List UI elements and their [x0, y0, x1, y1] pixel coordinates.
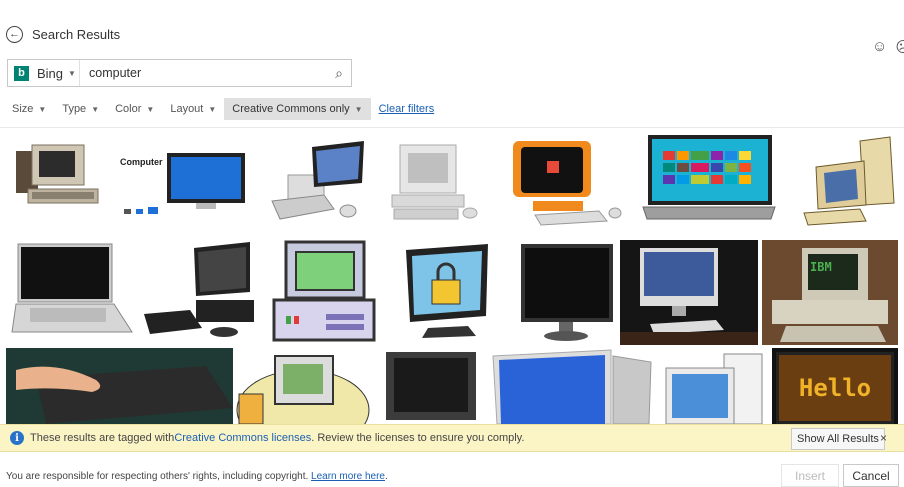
result-image[interactable]	[380, 133, 490, 228]
copyright-text: You are responsible for respecting other…	[6, 471, 312, 482]
result-image[interactable]	[487, 348, 655, 424]
notice-text-after: . Review the licenses to ensure you comp…	[311, 432, 525, 444]
result-image[interactable]: Computer	[112, 133, 254, 217]
filter-label: Layout	[170, 103, 204, 115]
result-image[interactable]	[380, 348, 482, 424]
feedback-icons: ☺ ☹	[872, 38, 904, 56]
filter-type[interactable]: Type ▼	[54, 98, 107, 120]
chevron-down-icon: ▼	[208, 104, 217, 114]
provider-label: Bing	[37, 65, 64, 81]
result-image[interactable]	[503, 133, 633, 228]
result-image[interactable]	[233, 348, 371, 424]
header: ← Search Results	[6, 24, 120, 44]
footer-text: You are responsible for respecting other…	[6, 471, 388, 482]
creative-commons-link[interactable]: Creative Commons licenses	[174, 432, 311, 444]
close-icon[interactable]: ×	[880, 431, 887, 445]
hello-screen: Hello	[776, 352, 894, 424]
result-image[interactable]: IBM	[762, 240, 898, 345]
chevron-down-icon: ▼	[38, 104, 47, 114]
filter-creative-commons[interactable]: Creative Commons only ▼	[224, 98, 371, 120]
filter-layout[interactable]: Layout ▼	[162, 98, 224, 120]
result-image[interactable]	[515, 240, 618, 345]
filter-label: Color	[115, 103, 142, 115]
learn-more-link[interactable]: Learn more here	[311, 471, 385, 482]
chevron-down-icon: ▼	[68, 68, 76, 78]
page-title: Search Results	[32, 26, 121, 42]
clear-filters-link[interactable]: Clear filters	[371, 103, 443, 115]
result-image[interactable]	[790, 133, 898, 233]
chevron-down-icon: ▼	[146, 104, 155, 114]
result-image[interactable]: Hello	[772, 348, 898, 424]
back-arrow-icon[interactable]: ←	[6, 25, 23, 43]
result-image[interactable]	[262, 133, 372, 228]
padlock-monitor-icon	[406, 244, 488, 338]
retro-computer-icon	[16, 144, 99, 204]
result-image[interactable]	[398, 240, 496, 345]
laptop-tiles-icon	[642, 135, 776, 220]
desktop-monitor-icon	[124, 153, 245, 214]
computer-clipart-icon	[271, 141, 364, 220]
ibm-screen-text: IBM	[810, 260, 832, 274]
filter-label: Type	[62, 103, 87, 115]
filter-label: Creative Commons only	[232, 103, 350, 115]
divider	[0, 127, 904, 128]
cartoon-computer-icon	[236, 355, 370, 424]
white-desktop-icon	[665, 353, 763, 424]
imac-desk-icon	[620, 240, 758, 345]
crt-monitor-icon	[386, 352, 476, 420]
filter-bar: Size ▼ Type ▼ Color ▼ Layout ▼ Creative Comm…	[0, 98, 442, 120]
chevron-down-icon: ▼	[354, 104, 363, 114]
hand-keyboard-icon	[6, 348, 233, 424]
info-icon: i	[10, 431, 24, 445]
filter-size[interactable]: Size ▼	[0, 98, 54, 120]
laptop-icon	[11, 243, 133, 333]
hello-text: Hello	[798, 374, 872, 402]
bing-logo-icon: b	[14, 65, 29, 81]
chevron-down-icon: ▼	[91, 104, 100, 114]
search-provider-dropdown[interactable]: b Bing ▼	[8, 60, 80, 86]
result-image[interactable]	[6, 240, 134, 340]
result-image[interactable]	[6, 348, 233, 424]
filter-color[interactable]: Color ▼	[107, 98, 162, 120]
result-image[interactable]	[658, 348, 766, 424]
beige-computer-icon	[391, 144, 478, 220]
result-image[interactable]	[268, 240, 381, 345]
result-image[interactable]	[140, 240, 258, 340]
notice-text-before: These results are tagged with	[30, 432, 175, 444]
result-image[interactable]	[620, 240, 758, 345]
insert-button[interactable]: Insert	[781, 464, 839, 487]
cancel-button[interactable]: Cancel	[843, 464, 899, 487]
terminal-clipart-icon	[272, 240, 376, 342]
desktop-tower-icon	[144, 242, 254, 337]
smile-icon[interactable]: ☺	[872, 38, 887, 56]
search-icon[interactable]: ⌕	[327, 65, 351, 82]
computer-card-label: Computer	[120, 157, 163, 167]
result-image[interactable]	[641, 133, 776, 233]
beige-desktop-icon	[803, 136, 895, 226]
filter-label: Size	[12, 103, 34, 115]
retro-imac-icon	[513, 141, 622, 226]
show-all-results-button[interactable]: Show All Results	[791, 428, 885, 450]
license-notice: i These results are tagged with Creative…	[0, 424, 904, 452]
ibm-pc-icon	[762, 240, 898, 345]
blue-screen-monitor-icon	[492, 349, 652, 424]
search-bar: b Bing ▼ computer ⌕	[7, 59, 352, 87]
search-input[interactable]: computer	[80, 66, 327, 80]
result-image[interactable]	[6, 133, 110, 217]
frown-icon[interactable]: ☹	[895, 38, 904, 56]
footer-period: .	[384, 471, 388, 482]
flat-monitor-icon	[521, 244, 613, 341]
